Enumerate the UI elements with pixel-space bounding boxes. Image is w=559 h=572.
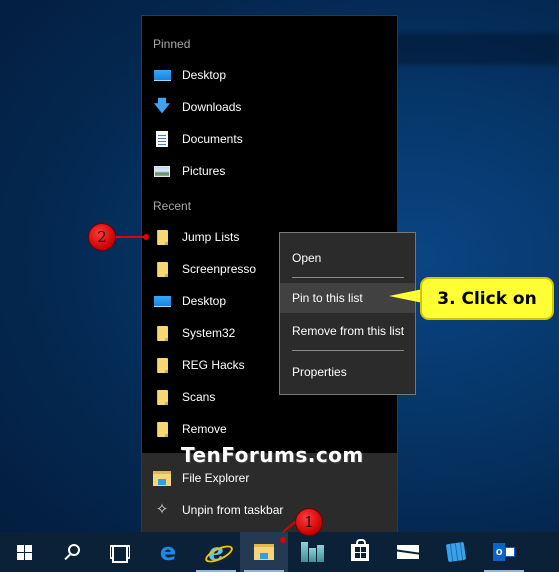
store-button[interactable]	[336, 532, 384, 572]
recent-section-title: Recent	[153, 199, 192, 213]
pinned-item-downloads[interactable]: 🡇 Downloads	[142, 91, 397, 123]
item-label: File Explorer	[182, 471, 250, 485]
wallpaper-light-band	[395, 33, 559, 65]
outlook-icon: o	[493, 542, 515, 562]
task-unpin-from-taskbar[interactable]: ✧ Unpin from taskbar	[142, 494, 397, 526]
pictures-icon	[153, 163, 171, 179]
mail-button[interactable]	[384, 532, 432, 572]
menu-separator	[292, 350, 404, 351]
windows-logo-icon	[16, 544, 32, 560]
folder-icon	[153, 357, 171, 373]
task-view-button[interactable]	[96, 532, 144, 572]
recent-item-remove[interactable]: Remove	[142, 413, 397, 445]
task-view-icon	[110, 545, 130, 563]
unpin-icon: ✧	[155, 501, 169, 518]
item-label: Remove	[182, 422, 227, 436]
folder-icon	[153, 229, 171, 245]
registry-editor-button[interactable]	[432, 532, 480, 572]
item-label: Desktop	[182, 294, 227, 308]
item-label: Downloads	[182, 100, 242, 114]
menu-item-open[interactable]: Open	[280, 243, 415, 273]
instruction-callout: 3. Click on	[420, 277, 554, 320]
item-label: Jump Lists	[182, 230, 240, 244]
pinned-item-pictures[interactable]: Pictures	[142, 155, 397, 187]
outlook-button[interactable]: o	[480, 532, 528, 572]
item-label: System32	[182, 326, 236, 340]
step-1-badge: 1	[295, 508, 323, 536]
file-explorer-icon	[254, 544, 274, 560]
store-icon	[351, 538, 369, 561]
menu-item-remove-from-this-list[interactable]: Remove from this list	[280, 316, 415, 346]
search-icon	[68, 544, 80, 556]
documents-icon	[153, 131, 171, 147]
item-label: Screenpresso	[182, 262, 257, 276]
item-label: Pictures	[182, 164, 226, 178]
badge-2-pointer-dot	[143, 234, 149, 240]
folder-icon	[153, 421, 171, 437]
buildings-icon	[300, 542, 324, 562]
buildings-app-button[interactable]	[288, 532, 336, 572]
start-button[interactable]	[0, 532, 48, 572]
folder-icon	[153, 325, 171, 341]
pinned-item-documents[interactable]: Documents	[142, 123, 397, 155]
item-label: Documents	[182, 132, 243, 146]
item-label: Scans	[182, 390, 216, 404]
folder-icon	[153, 389, 171, 405]
search-button[interactable]	[48, 532, 96, 572]
internet-explorer-icon: e	[208, 537, 224, 566]
registry-cubes-icon	[445, 541, 467, 563]
step-2-badge: 2	[88, 223, 116, 251]
folder-icon	[153, 261, 171, 277]
menu-separator	[292, 277, 404, 278]
download-arrow-icon: 🡇	[153, 98, 171, 115]
menu-item-properties[interactable]: Properties	[280, 357, 415, 387]
item-label: Unpin from taskbar	[182, 503, 284, 517]
mail-icon	[397, 545, 419, 559]
edge-icon: e	[159, 538, 177, 566]
internet-explorer-button[interactable]: e	[192, 532, 240, 572]
context-menu: Open Pin to this list Remove from this l…	[279, 232, 416, 395]
desktop-icon	[153, 293, 171, 309]
desktop-icon	[153, 67, 171, 83]
file-explorer-icon	[153, 470, 171, 486]
pinned-section-title: Pinned	[153, 37, 191, 51]
badge-2-connector	[116, 236, 146, 238]
pinned-item-desktop[interactable]: Desktop	[142, 59, 397, 91]
edge-button[interactable]: e	[144, 532, 192, 572]
badge-1-pointer-dot	[280, 537, 286, 543]
item-label: Desktop	[182, 68, 227, 82]
watermark: TenForums.com	[181, 443, 364, 467]
item-label: REG Hacks	[182, 358, 245, 372]
callout-pointer	[389, 289, 423, 303]
